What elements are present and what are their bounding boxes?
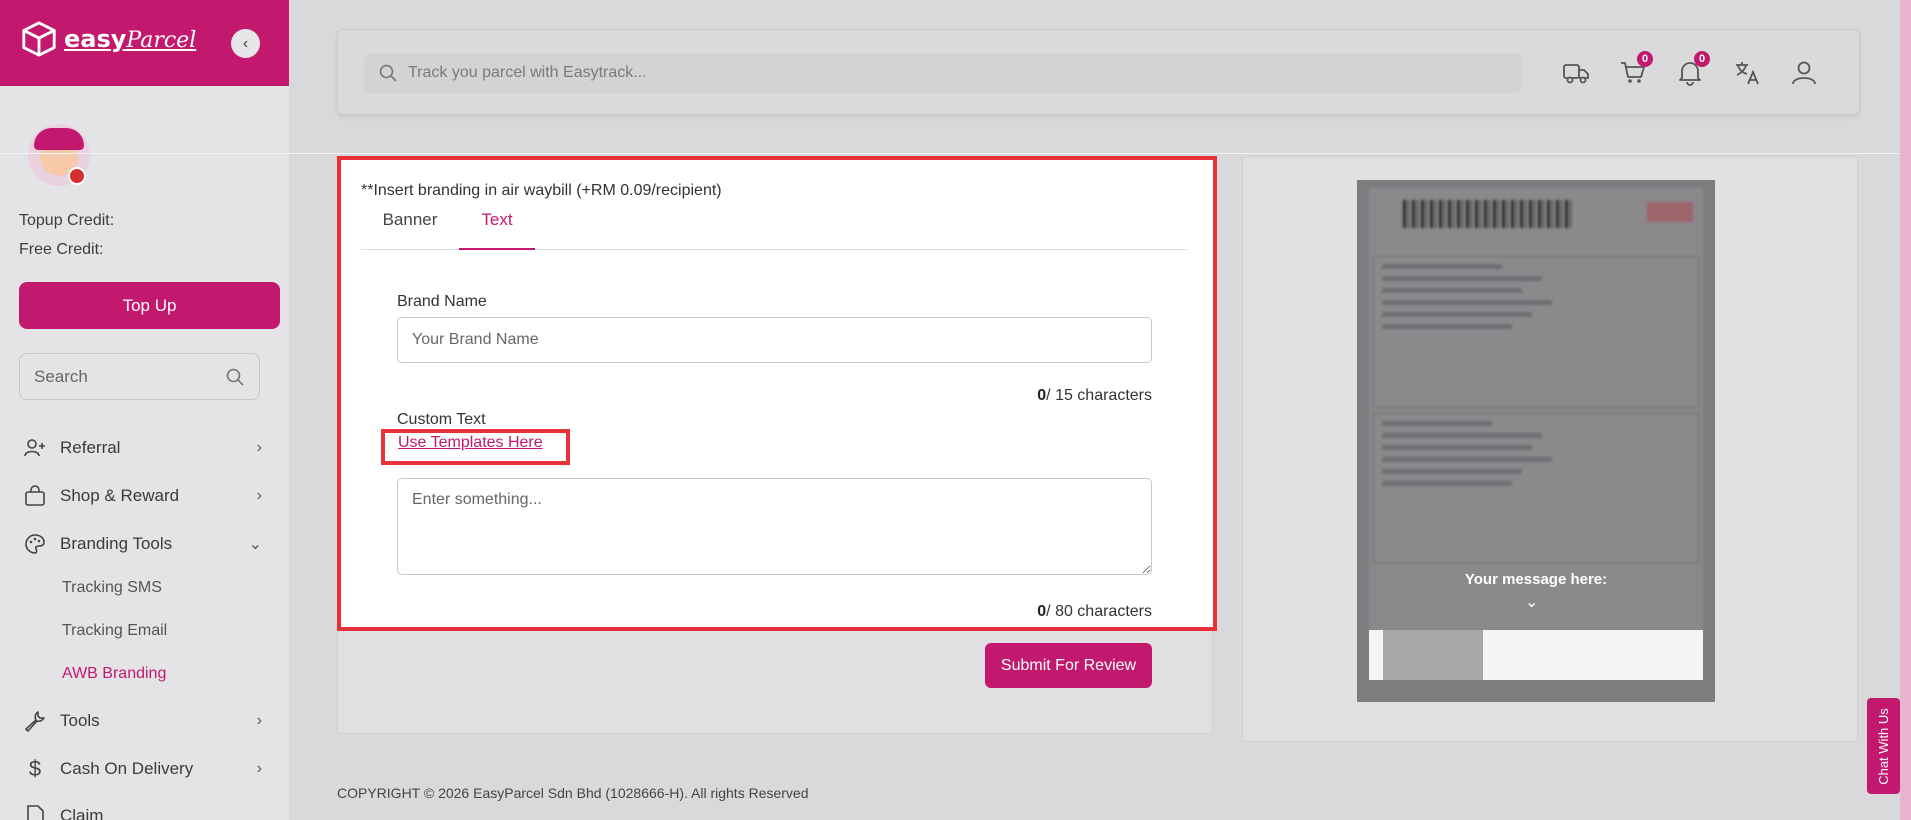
sidebar-item-branding-tools[interactable]: Branding Tools ⌄ [22, 529, 262, 559]
brand-name-limit: / 15 characters [1046, 387, 1152, 404]
sidebar: easyParcel ‹ Topup Credit: Free Credit: … [0, 0, 289, 820]
avatar-hat [34, 128, 84, 150]
top-up-button[interactable]: Top Up [19, 282, 280, 329]
track-search-box[interactable] [364, 53, 1522, 93]
parcel-box-icon [22, 21, 56, 57]
sidebar-item-cash-on-delivery[interactable]: $ Cash On Delivery › [22, 754, 262, 784]
topup-credit-label: Topup Credit: [19, 212, 115, 229]
overlay-divider [0, 153, 1911, 154]
edge-strip [1900, 0, 1911, 820]
chevron-down-icon: ⌄ [1525, 594, 1539, 611]
chevron-right-icon: › [256, 487, 262, 504]
sidebar-item-label: Referral [60, 438, 121, 457]
branding-form-highlight: **Insert branding in air waybill (+RM 0.… [337, 156, 1217, 631]
dollar-icon: $ [28, 756, 42, 781]
tab-banner[interactable]: Banner [361, 210, 459, 250]
country-flag-icon [68, 167, 86, 185]
sidebar-item-label: Tools [60, 711, 100, 730]
search-icon [226, 368, 244, 386]
preview-message: Your message here: [1464, 571, 1608, 588]
user-account-icon[interactable] [1788, 57, 1820, 89]
sidebar-item-claim[interactable]: Claim [22, 801, 262, 820]
free-credit-label: Free Credit: [19, 241, 104, 258]
sidebar-item-tools[interactable]: Tools › [22, 706, 262, 736]
cart-count-badge: 0 [1637, 51, 1653, 67]
custom-text-counter: 0/ 80 characters [901, 603, 1152, 621]
cart-button[interactable]: 0 [1617, 51, 1653, 89]
sidebar-search-placeholder: Search [34, 366, 88, 386]
wrench-icon [22, 709, 48, 733]
barcode [1403, 200, 1573, 228]
branding-note: **Insert branding in air waybill (+RM 0.… [361, 182, 722, 199]
waybill-branding-area [1369, 630, 1703, 680]
chevron-right-icon: › [256, 439, 262, 456]
sidebar-item-shop-reward[interactable]: Shop & Reward › [22, 481, 262, 511]
chevron-left-icon: ‹ [242, 34, 249, 52]
notifications-button[interactable]: 0 [1674, 51, 1710, 89]
custom-text-label: Custom Text [397, 411, 486, 428]
document-icon [22, 804, 48, 820]
custom-text-textarea[interactable] [397, 478, 1152, 575]
tab-text[interactable]: Text [459, 210, 535, 250]
brand-name-count: 0 [1037, 387, 1047, 404]
chevron-right-icon: › [256, 760, 262, 777]
sidebar-subitem-tracking-email[interactable]: Tracking Email [62, 622, 167, 640]
user-plus-icon [22, 436, 48, 460]
top-bar: 0 0 [337, 29, 1860, 115]
waybill-preview: Your message here: ⌄ [1357, 180, 1715, 702]
brand-name-input[interactable] [397, 317, 1152, 363]
brand-name-counter: 0/ 15 characters [901, 387, 1152, 405]
sidebar-item-label: Claim [60, 806, 104, 820]
branding-tabs: Banner Text [361, 210, 1187, 250]
sidebar-item-referral[interactable]: Referral › [22, 433, 262, 463]
collapse-sidebar-button[interactable]: ‹ [231, 29, 260, 58]
custom-text-count: 0 [1037, 603, 1047, 620]
waybill-recipient-section [1373, 413, 1699, 563]
chevron-right-icon: › [256, 712, 262, 729]
brand-name-label: Brand Name [397, 293, 487, 310]
waybill-sender-section [1373, 256, 1699, 408]
track-search-input[interactable] [408, 64, 1508, 82]
sidebar-item-label: Cash On Delivery [60, 759, 194, 778]
palette-icon [22, 532, 48, 556]
logo-text: easyParcel [64, 25, 197, 53]
chat-with-us-button[interactable]: Chat With Us [1867, 698, 1900, 794]
waybill-banner-placeholder [1383, 630, 1483, 680]
sidebar-subitem-tracking-sms[interactable]: Tracking SMS [62, 579, 162, 597]
submit-for-review-button[interactable]: Submit For Review [985, 643, 1152, 688]
translate-icon[interactable] [1731, 57, 1763, 89]
chevron-down-icon: ⌄ [248, 536, 262, 553]
sidebar-subitem-awb-branding[interactable]: AWB Branding [62, 665, 166, 683]
shopping-bag-icon [22, 484, 48, 508]
courier-logo [1647, 202, 1693, 222]
copyright-text: COPYRIGHT © 2026 EasyParcel Sdn Bhd (102… [337, 785, 809, 801]
custom-text-limit: / 80 characters [1046, 603, 1152, 620]
delivery-truck-icon[interactable] [1560, 57, 1592, 89]
sidebar-header: easyParcel ‹ [0, 0, 289, 86]
sidebar-item-label: Branding Tools [60, 534, 173, 553]
easyparcel-logo[interactable]: easyParcel [20, 20, 196, 58]
sidebar-item-label: Shop & Reward [60, 486, 180, 505]
chat-label: Chat With Us [1876, 707, 1892, 785]
sidebar-search-input[interactable]: Search [19, 353, 260, 400]
search-icon [379, 64, 397, 82]
notification-count-badge: 0 [1694, 51, 1710, 67]
template-link-highlight [381, 429, 570, 465]
